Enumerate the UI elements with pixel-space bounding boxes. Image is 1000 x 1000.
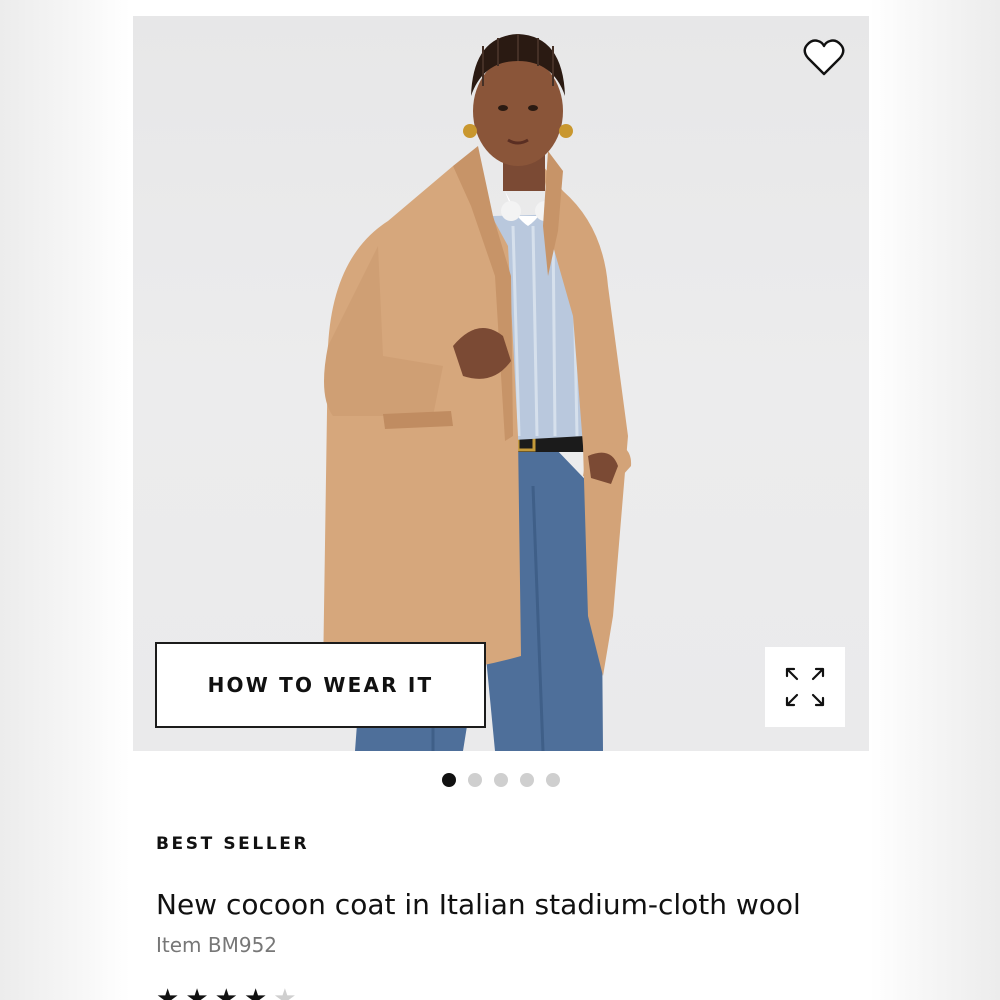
expand-icon [785, 667, 825, 707]
star-icon-filled: ★ [185, 986, 208, 1000]
heart-icon [803, 39, 845, 76]
carousel-dot-5[interactable] [546, 773, 560, 787]
how-to-wear-label: HOW TO WEAR IT [207, 673, 434, 697]
item-number: Item BM952 [156, 933, 278, 957]
star-icon-filled: ★ [156, 986, 179, 1000]
rating-stars[interactable]: ★ ★ ★ ★ ★ [156, 986, 297, 1000]
expand-image-button[interactable] [765, 647, 845, 727]
model-illustration [323, 34, 632, 751]
product-image[interactable]: HOW TO WEAR IT [133, 16, 869, 751]
carousel-dot-2[interactable] [468, 773, 482, 787]
top-strip [133, 0, 869, 16]
carousel-dot-3[interactable] [494, 773, 508, 787]
carousel-pagination [133, 773, 869, 789]
star-icon-filled: ★ [244, 986, 267, 1000]
carousel-dot-4[interactable] [520, 773, 534, 787]
best-seller-badge: BEST SELLER [156, 834, 310, 854]
star-icon-empty: ★ [273, 986, 296, 1000]
product-title: New cocoon coat in Italian stadium-cloth… [156, 888, 801, 921]
product-card: HOW TO WEAR IT BEST SELLER New cocoon co… [133, 0, 869, 1000]
favorite-button[interactable] [801, 36, 847, 80]
star-icon-filled: ★ [215, 986, 238, 1000]
carousel-dot-1[interactable] [442, 773, 456, 787]
how-to-wear-button[interactable]: HOW TO WEAR IT [155, 642, 486, 728]
